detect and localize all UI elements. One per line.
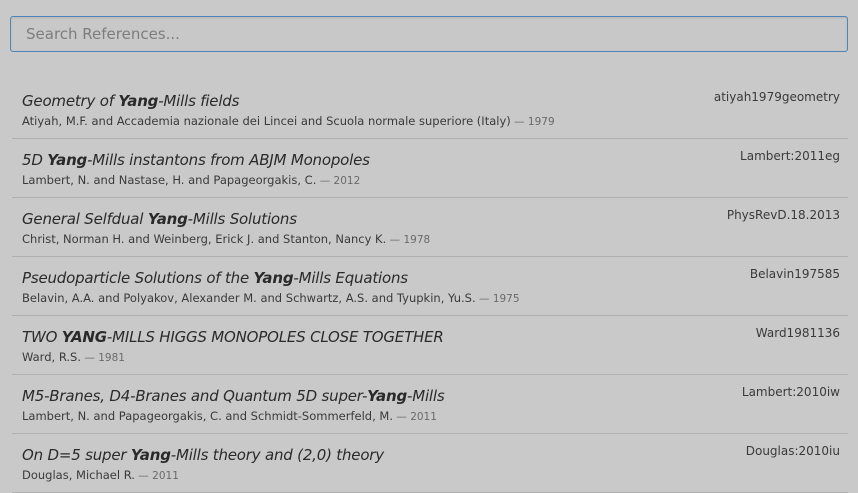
- reference-meta: Atiyah, M.F. and Accademia nazionale dei…: [22, 112, 840, 131]
- title-highlight: Yang: [130, 446, 171, 464]
- reference-authors: Christ, Norman H. and Weinberg, Erick J.…: [22, 232, 387, 246]
- title-highlight: Yang: [47, 151, 88, 169]
- meta-separator: —: [316, 175, 334, 187]
- reference-item[interactable]: Pseudoparticle Solutions of the Yang-Mil…: [12, 257, 848, 316]
- reference-authors: Atiyah, M.F. and Accademia nazionale dei…: [22, 114, 511, 128]
- reference-item[interactable]: M5-Branes, D4-Branes and Quantum 5D supe…: [12, 375, 848, 434]
- title-highlight: Yang: [118, 92, 159, 110]
- reference-title: TWO YANG-MILLS HIGGS MONOPOLES CLOSE TOG…: [22, 326, 840, 348]
- title-text: M5-Branes, D4-Branes and Quantum 5D supe…: [22, 387, 368, 405]
- meta-separator: —: [81, 352, 99, 364]
- citation-key: atiyah1979geometry: [713, 90, 840, 104]
- title-text: General Selfdual: [22, 210, 148, 228]
- citation-key: Lambert:2011eg: [740, 149, 840, 163]
- reference-item[interactable]: Geometry of Yang-Mills fields Atiyah, M.…: [12, 80, 848, 139]
- reference-item[interactable]: On D=5 super Yang-Mills theory and (2,0)…: [12, 434, 848, 493]
- reference-year: 1978: [403, 234, 431, 246]
- reference-list: Geometry of Yang-Mills fields Atiyah, M.…: [12, 80, 848, 493]
- reference-item[interactable]: TWO YANG-MILLS HIGGS MONOPOLES CLOSE TOG…: [12, 316, 848, 375]
- title-text: 5D: [22, 151, 48, 169]
- title-text: -Mills: [407, 387, 445, 405]
- reference-authors: Lambert, N. and Papageorgakis, C. and Sc…: [22, 409, 393, 423]
- title-highlight: YANG: [61, 328, 107, 346]
- citation-key: Lambert:2010iw: [741, 385, 840, 399]
- citation-key: Belavin197585: [749, 267, 840, 281]
- meta-separator: —: [393, 411, 411, 423]
- meta-separator: —: [475, 293, 493, 305]
- title-highlight: Yang: [253, 269, 294, 287]
- reference-title: General Selfdual Yang-Mills Solutions: [22, 208, 840, 230]
- search-input[interactable]: [10, 16, 848, 52]
- reference-meta: Belavin, A.A. and Polyakov, Alexander M.…: [22, 289, 840, 308]
- reference-item[interactable]: General Selfdual Yang-Mills Solutions Ch…: [12, 198, 848, 257]
- title-text: -Mills Equations: [293, 269, 408, 287]
- title-text: -MILLS HIGGS MONOPOLES CLOSE TOGETHER: [106, 328, 444, 346]
- search-bar: [10, 16, 848, 52]
- reference-authors: Ward, R.S.: [22, 350, 82, 364]
- title-text: -Mills theory and (2,0) theory: [170, 446, 384, 464]
- reference-item[interactable]: 5D Yang-Mills instantons from ABJM Monop…: [12, 139, 848, 198]
- title-text: TWO: [22, 328, 62, 346]
- reference-year: 2011: [410, 411, 437, 423]
- reference-year: 1981: [98, 352, 125, 364]
- reference-year: 1975: [492, 293, 520, 305]
- citation-key: Ward1981136: [755, 326, 840, 340]
- reference-title: Pseudoparticle Solutions of the Yang-Mil…: [22, 267, 840, 289]
- reference-meta: Lambert, N. and Nastase, H. and Papageor…: [22, 171, 840, 190]
- reference-title: On D=5 super Yang-Mills theory and (2,0)…: [22, 444, 840, 466]
- title-highlight: Yang: [147, 210, 188, 228]
- reference-meta: Ward, R.S. — 1981: [22, 348, 840, 367]
- reference-meta: Lambert, N. and Papageorgakis, C. and Sc…: [22, 407, 840, 426]
- meta-separator: —: [134, 470, 153, 482]
- title-text: On D=5 super: [22, 446, 131, 464]
- meta-separator: —: [510, 116, 528, 128]
- reference-authors: Lambert, N. and Nastase, H. and Papageor…: [22, 173, 317, 187]
- citation-key: Douglas:2010iu: [745, 444, 840, 458]
- title-text: Geometry of: [22, 92, 119, 110]
- reference-year: 1979: [527, 116, 555, 128]
- title-text: Pseudoparticle Solutions of the: [22, 269, 254, 287]
- reference-meta: Christ, Norman H. and Weinberg, Erick J.…: [22, 230, 840, 249]
- title-text: -Mills Solutions: [187, 210, 297, 228]
- reference-authors: Belavin, A.A. and Polyakov, Alexander M.…: [22, 291, 476, 305]
- reference-title: M5-Branes, D4-Branes and Quantum 5D supe…: [22, 385, 840, 407]
- reference-year: 2011: [152, 470, 179, 482]
- title-text: -Mills instantons from ABJM Monopoles: [87, 151, 370, 169]
- reference-year: 2012: [333, 175, 361, 187]
- meta-separator: —: [386, 234, 404, 246]
- citation-key: PhysRevD.18.2013: [726, 208, 840, 222]
- title-highlight: Yang: [367, 387, 407, 405]
- reference-authors: Douglas, Michael R.: [22, 468, 135, 482]
- reference-title: 5D Yang-Mills instantons from ABJM Monop…: [22, 149, 840, 171]
- reference-meta: Douglas, Michael R. — 2011: [22, 466, 840, 485]
- title-text: -Mills fields: [158, 92, 240, 110]
